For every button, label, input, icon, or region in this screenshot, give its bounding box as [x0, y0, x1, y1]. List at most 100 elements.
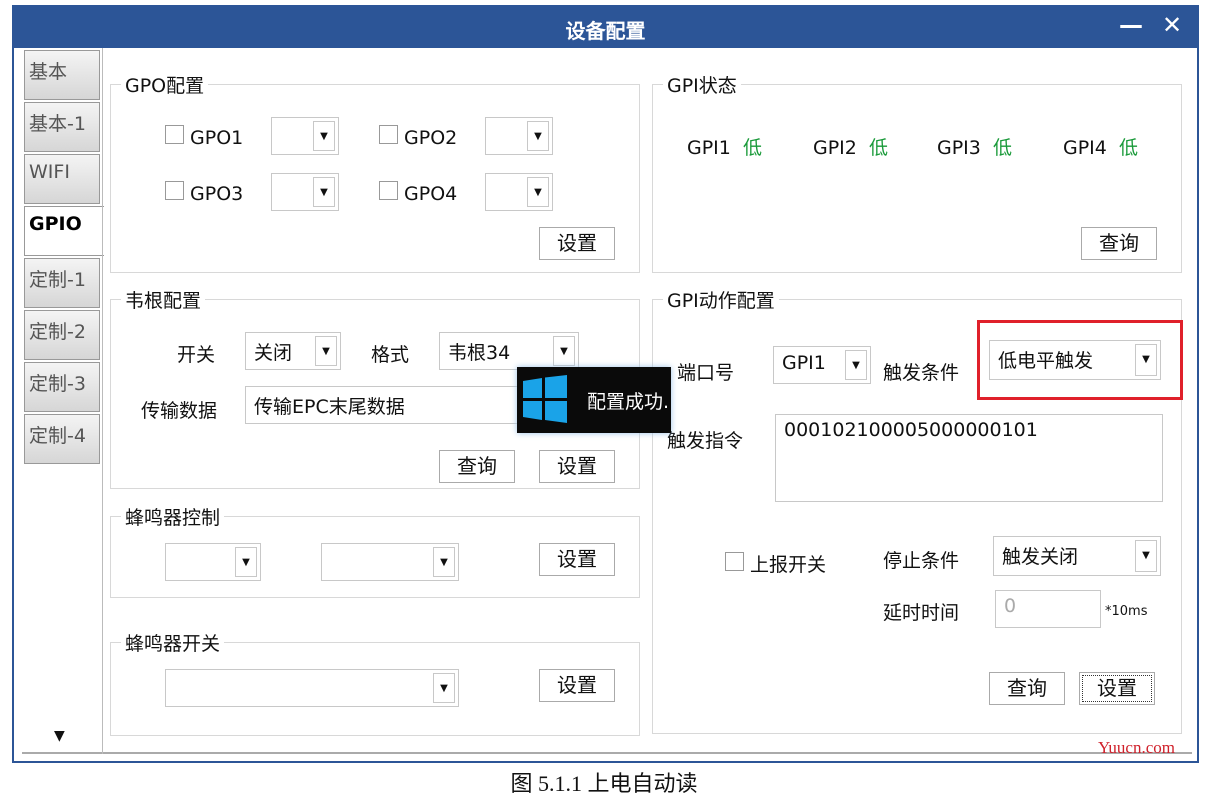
wiegand-data-value: 传输EPC末尾数据 [254, 396, 405, 418]
chevron-down-icon[interactable]: ▼ [1135, 344, 1157, 376]
gpo-config-group: GPO配置 GPO1 ▼ GPO2 ▼ GPO3 ▼ GPO4 ▼ 设置 [110, 71, 640, 273]
gpi1-state: 低 [742, 137, 762, 159]
chevron-down-icon[interactable]: ▼ [313, 121, 335, 151]
gpi-action-group: GPI动作配置 端口号 GPI1 ▼ 触发条件 低电平触发 ▼ 触发指令 00010… [652, 286, 1183, 734]
wiegand-data-label: 传输数据 [141, 400, 218, 422]
gpo4-label: GPO4 [404, 183, 458, 205]
gpo1-checkbox[interactable]: GPO1 [165, 125, 243, 149]
buzzer-control-set-button[interactable]: 设置 [539, 543, 615, 576]
gpi3-status: GPI3 低 [937, 133, 1012, 160]
toast-message: 配置成功. [587, 391, 670, 413]
wiegand-config-title: 韦根配置 [121, 286, 206, 313]
trigger-command-textarea[interactable]: 000102100005000000101 [775, 414, 1163, 502]
gpi4-status: GPI4 低 [1063, 133, 1138, 160]
buzzer-switch-title: 蜂鸣器开关 [121, 629, 225, 656]
wiegand-format-value: 韦根34 [448, 342, 511, 364]
gpo4-select[interactable]: ▼ [485, 173, 553, 211]
gpo2-checkbox[interactable]: GPO2 [379, 125, 457, 149]
gpi2-status: GPI2 低 [813, 133, 888, 160]
title-bar: 设备配置 — ✕ [14, 7, 1197, 48]
stop-condition-label: 停止条件 [883, 550, 960, 572]
close-button[interactable]: ✕ [1162, 11, 1182, 39]
stop-condition-value: 触发关闭 [1002, 546, 1079, 568]
trigger-command-label: 触发指令 [667, 430, 744, 452]
wiegand-query-button[interactable]: 查询 [439, 450, 515, 483]
trigger-condition-select[interactable]: 低电平触发 ▼ [989, 340, 1161, 380]
gpi2-label: GPI2 [813, 137, 857, 159]
gpi3-state: 低 [992, 137, 1012, 159]
gpo1-label: GPO1 [190, 127, 244, 149]
gpi-status-query-button[interactable]: 查询 [1081, 227, 1157, 260]
window-body: 基本 基本-1 WIFI GPIO 定制-1 定制-2 定制-3 定制-4 ▼ … [22, 48, 1192, 754]
chevron-down-icon[interactable]: ▼ [553, 336, 575, 366]
gpi-status-group: GPI状态 GPI1 低 GPI2 低 GPI3 低 GPI4 低 查询 [652, 71, 1182, 273]
gpi-status-title: GPI状态 [663, 71, 741, 98]
wiegand-switch-label: 开关 [177, 344, 216, 366]
gpi4-state: 低 [1118, 137, 1138, 159]
device-config-window: 设备配置 — ✕ 基本 基本-1 WIFI GPIO 定制-1 定制-2 定制-… [12, 5, 1199, 763]
chevron-down-icon[interactable]: ▼ [1135, 540, 1157, 572]
buzzer-switch-set-button[interactable]: 设置 [539, 669, 615, 702]
tab-scroll-down-icon[interactable]: ▼ [54, 728, 65, 744]
tab-basic[interactable]: 基本 [24, 50, 100, 100]
tab-custom-2[interactable]: 定制-2 [24, 310, 100, 360]
gpo4-checkbox[interactable]: GPO4 [379, 181, 457, 205]
gpo3-select[interactable]: ▼ [271, 173, 339, 211]
tab-custom-1[interactable]: 定制-1 [24, 258, 100, 308]
checkbox-box[interactable] [379, 125, 398, 144]
report-switch-label: 上报开关 [750, 554, 827, 576]
delay-time-input[interactable]: 0 [995, 590, 1101, 628]
trigger-condition-value: 低电平触发 [998, 350, 1094, 372]
tab-wifi[interactable]: WIFI [24, 154, 100, 204]
window-title: 设备配置 [565, 19, 646, 43]
minimize-button[interactable]: — [1119, 11, 1143, 39]
wiegand-format-select[interactable]: 韦根34 ▼ [439, 332, 579, 370]
chevron-down-icon[interactable]: ▼ [315, 336, 337, 366]
wiegand-set-button[interactable]: 设置 [539, 450, 615, 483]
checkbox-box[interactable] [725, 552, 744, 571]
port-label: 端口号 [677, 362, 735, 384]
tab-gpio[interactable]: GPIO [24, 206, 104, 256]
gpi-action-query-button[interactable]: 查询 [989, 672, 1065, 705]
chevron-down-icon[interactable]: ▼ [235, 547, 257, 577]
tab-custom-3[interactable]: 定制-3 [24, 362, 100, 412]
chevron-down-icon[interactable]: ▼ [527, 121, 549, 151]
wiegand-switch-select[interactable]: 关闭 ▼ [245, 332, 341, 370]
delay-unit-label: *10ms [1105, 604, 1148, 619]
buzzer-control-select-2[interactable]: ▼ [321, 543, 459, 581]
gpo2-select[interactable]: ▼ [485, 117, 553, 155]
checkbox-box[interactable] [379, 181, 398, 200]
gpo3-checkbox[interactable]: GPO3 [165, 181, 243, 205]
stop-condition-select[interactable]: 触发关闭 ▼ [993, 536, 1161, 576]
watermark: Yuucn.com [1098, 738, 1175, 757]
buzzer-control-select-1[interactable]: ▼ [165, 543, 261, 581]
success-toast: 配置成功. [517, 367, 671, 433]
chevron-down-icon[interactable]: ▼ [433, 673, 455, 703]
delay-time-label: 延时时间 [883, 602, 960, 624]
buzzer-switch-select[interactable]: ▼ [165, 669, 459, 707]
report-switch-checkbox[interactable]: 上报开关 [725, 550, 826, 577]
checkbox-box[interactable] [165, 181, 184, 200]
gpo1-select[interactable]: ▼ [271, 117, 339, 155]
chevron-down-icon[interactable]: ▼ [433, 547, 455, 577]
gpo2-label: GPO2 [404, 127, 458, 149]
chevron-down-icon[interactable]: ▼ [845, 350, 867, 380]
checkbox-box[interactable] [165, 125, 184, 144]
tab-divider [102, 48, 103, 754]
buzzer-control-group: 蜂鸣器控制 ▼ ▼ 设置 [110, 503, 640, 598]
gpi2-state: 低 [868, 137, 888, 159]
gpi3-label: GPI3 [937, 137, 981, 159]
gpo-set-button[interactable]: 设置 [539, 227, 615, 260]
chevron-down-icon[interactable]: ▼ [527, 177, 549, 207]
buzzer-control-title: 蜂鸣器控制 [121, 503, 225, 530]
gpi-action-set-button[interactable]: 设置 [1079, 672, 1155, 705]
gpi1-label: GPI1 [687, 137, 731, 159]
buzzer-switch-group: 蜂鸣器开关 ▼ 设置 [110, 629, 640, 736]
figure-caption: 图 5.1.1 上电自动读 [510, 771, 698, 796]
tab-custom-4[interactable]: 定制-4 [24, 414, 100, 464]
chevron-down-icon[interactable]: ▼ [313, 177, 335, 207]
gpi1-status: GPI1 低 [687, 133, 762, 160]
tab-basic-1[interactable]: 基本-1 [24, 102, 100, 152]
windows-logo-icon [523, 375, 567, 423]
port-select[interactable]: GPI1 ▼ [773, 346, 871, 384]
